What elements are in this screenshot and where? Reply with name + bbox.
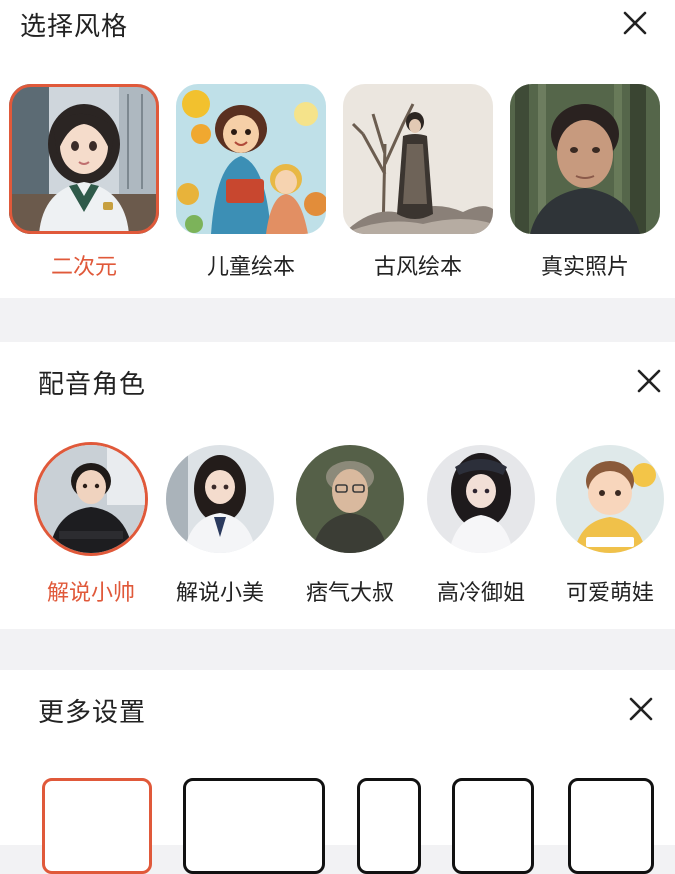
voice-section-title: 配音角色 <box>38 370 147 400</box>
style-option-ancient-style[interactable]: 古风绘本 <box>343 84 493 284</box>
style-panel: 选择风格 二次元 儿童绘本 古风绘本 真实照片 <box>0 0 675 298</box>
narrator-male-avatar-image <box>37 445 145 553</box>
style-section-title: 选择风格 <box>20 12 129 42</box>
style-label-anime: 二次元 <box>50 255 117 280</box>
voice-label-cool-lady: 高冷御姐 <box>436 581 525 606</box>
style-thumb-anime <box>9 84 159 234</box>
narrator-female-avatar-image <box>166 445 274 553</box>
voice-label-cool-uncle: 痞气大叔 <box>305 581 394 606</box>
setting-option-5[interactable] <box>568 778 654 874</box>
voice-avatar-cool-lady <box>427 445 535 553</box>
style-label-children-book: 儿童绘本 <box>206 255 295 280</box>
style-label-realistic-photo: 真实照片 <box>540 255 629 280</box>
cute-kid-avatar-image <box>556 445 664 553</box>
style-thumb-realistic-photo <box>510 84 660 234</box>
settings-close-button[interactable] <box>626 694 656 724</box>
voice-option-cute-kid[interactable]: 可爱萌娃 <box>550 445 670 606</box>
voice-label-narrator-female: 解说小美 <box>175 581 264 606</box>
style-thumb-ancient-style <box>343 84 493 234</box>
style-option-anime[interactable]: 二次元 <box>9 84 159 284</box>
settings-section-title: 更多设置 <box>38 698 147 728</box>
realistic-photo-style-image <box>510 84 660 234</box>
voice-option-narrator-male[interactable]: 解说小帅 <box>31 445 151 606</box>
voice-label-cute-kid: 可爱萌娃 <box>565 581 654 606</box>
anime-style-image <box>9 84 159 234</box>
close-icon <box>629 697 653 721</box>
style-option-realistic-photo[interactable]: 真实照片 <box>510 84 660 284</box>
close-icon <box>623 11 647 35</box>
setting-option-2[interactable] <box>183 778 325 874</box>
cool-lady-avatar-image <box>427 445 535 553</box>
setting-option-4[interactable] <box>452 778 534 874</box>
style-label-ancient-style: 古风绘本 <box>373 255 462 280</box>
ancient-style-image <box>343 84 493 234</box>
voice-panel: 配音角色 解说小帅 解说小美 痞气大叔 高冷御姐 可爱萌娃 <box>0 342 675 629</box>
voice-option-cool-uncle[interactable]: 痞气大叔 <box>290 445 410 606</box>
children-book-style-image <box>176 84 326 234</box>
voice-option-cool-lady[interactable]: 高冷御姐 <box>421 445 541 606</box>
voice-avatar-cool-uncle <box>296 445 404 553</box>
setting-option-1[interactable] <box>42 778 152 874</box>
cool-uncle-avatar-image <box>296 445 404 553</box>
voice-option-narrator-female[interactable]: 解说小美 <box>160 445 280 606</box>
setting-option-3[interactable] <box>357 778 421 874</box>
voice-avatar-narrator-female <box>166 445 274 553</box>
style-option-children-book[interactable]: 儿童绘本 <box>176 84 326 284</box>
voice-close-button[interactable] <box>634 366 664 396</box>
close-icon <box>637 369 661 393</box>
voice-label-narrator-male: 解说小帅 <box>46 581 135 606</box>
voice-avatar-cute-kid <box>556 445 664 553</box>
style-close-button[interactable] <box>620 8 650 38</box>
style-thumb-children-book <box>176 84 326 234</box>
settings-panel: 更多设置 <box>0 670 675 874</box>
voice-avatar-narrator-male <box>37 445 145 553</box>
